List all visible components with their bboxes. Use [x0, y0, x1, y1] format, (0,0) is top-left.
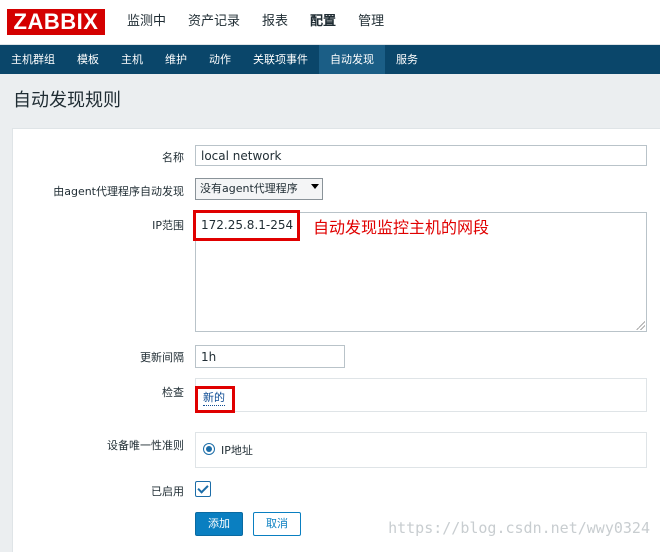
dropdown-arrow-icon — [311, 184, 319, 189]
sub-nav-hosts[interactable]: 主机 — [110, 45, 154, 74]
interval-label: 更新间隔 — [140, 351, 184, 364]
checks-label: 检查 — [162, 386, 184, 399]
sub-nav: 主机群组 模板 主机 维护 动作 关联项事件 自动发现 服务 — [0, 45, 660, 74]
sub-nav-templates[interactable]: 模板 — [66, 45, 110, 74]
proxy-select[interactable]: 没有agent代理程序 — [195, 178, 323, 200]
top-menu-administration[interactable]: 管理 — [347, 0, 395, 44]
top-menu-reports[interactable]: 报表 — [251, 0, 299, 44]
uniqueness-label: 设备唯一性准则 — [107, 439, 184, 452]
name-label: 名称 — [162, 151, 184, 164]
interval-input[interactable]: 1h — [195, 345, 345, 368]
page-title: 自动发现规则 — [13, 90, 121, 111]
add-button[interactable]: 添加 — [195, 512, 243, 536]
resize-grip-icon[interactable] — [636, 321, 645, 330]
enabled-checkbox[interactable] — [195, 481, 211, 497]
top-menu: 监测中 资产记录 报表 配置 管理 — [116, 0, 395, 44]
top-menu-configuration[interactable]: 配置 — [299, 0, 347, 44]
cancel-button[interactable]: 取消 — [253, 512, 301, 536]
proxy-label: 由agent代理程序自动发现 — [53, 185, 184, 198]
ip-range-label: IP范围 — [152, 219, 184, 232]
uniqueness-table — [195, 432, 647, 468]
top-bar: ZABBIX 监测中 资产记录 报表 配置 管理 — [0, 0, 660, 45]
enabled-label: 已启用 — [151, 485, 184, 498]
sub-nav-event-correlation[interactable]: 关联项事件 — [242, 45, 319, 74]
new-check-link[interactable]: 新的 — [203, 389, 225, 406]
watermark: https://blog.csdn.net/wwy0324 — [388, 519, 650, 537]
name-input[interactable]: local network — [195, 145, 647, 166]
sub-nav-services[interactable]: 服务 — [385, 45, 429, 74]
uniqueness-ip-label: IP地址 — [221, 444, 253, 457]
proxy-select-value: 没有agent代理程序 — [200, 182, 298, 195]
sub-nav-host-groups[interactable]: 主机群组 — [0, 45, 66, 74]
ip-range-annotation: 自动发现监控主机的网段 — [313, 218, 490, 237]
ip-range-highlight-box — [193, 210, 300, 241]
top-menu-monitoring[interactable]: 监测中 — [116, 0, 177, 44]
uniqueness-ip-radio[interactable] — [203, 443, 215, 455]
sub-nav-maintenance[interactable]: 维护 — [154, 45, 198, 74]
checks-table — [195, 378, 647, 412]
sub-nav-discovery[interactable]: 自动发现 — [319, 45, 385, 74]
zabbix-logo[interactable]: ZABBIX — [7, 9, 105, 35]
sub-nav-actions[interactable]: 动作 — [198, 45, 242, 74]
top-menu-inventory[interactable]: 资产记录 — [177, 0, 251, 44]
